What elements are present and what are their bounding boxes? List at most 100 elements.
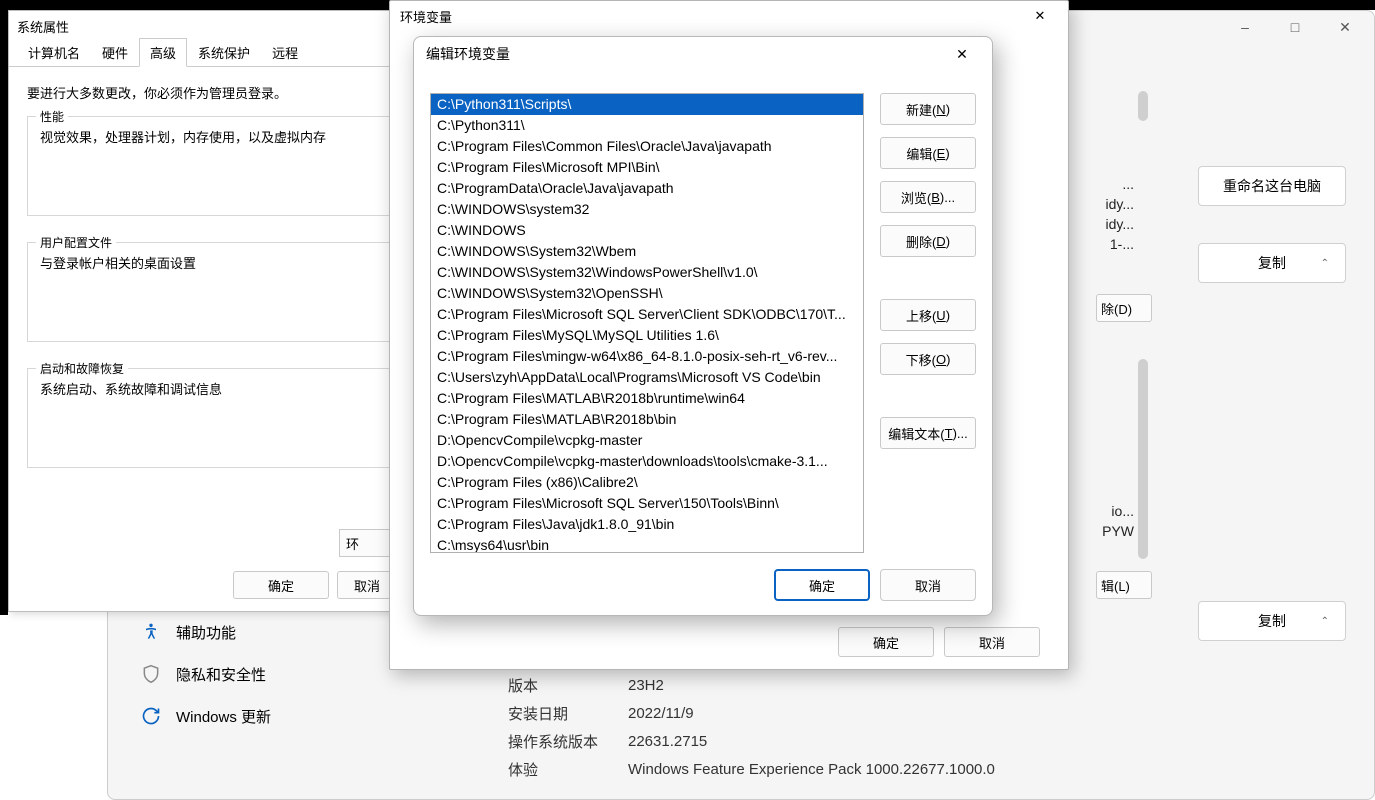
maximize-button[interactable]: □ bbox=[1272, 11, 1318, 43]
path-row[interactable]: C:\Python311\ bbox=[431, 115, 863, 136]
shield-icon bbox=[140, 663, 162, 685]
path-list[interactable]: C:\Python311\Scripts\C:\Python311\C:\Pro… bbox=[430, 93, 864, 553]
accessibility-icon bbox=[140, 621, 162, 643]
startup-legend: 启动和故障恢复 bbox=[36, 360, 128, 377]
path-row[interactable]: C:\WINDOWS\System32\OpenSSH\ bbox=[431, 283, 863, 304]
path-row[interactable]: C:\WINDOWS bbox=[431, 220, 863, 241]
minimize-button[interactable]: – bbox=[1222, 11, 1268, 43]
path-row[interactable]: C:\Program Files\mingw-w64\x86_64-8.1.0-… bbox=[431, 346, 863, 367]
path-row[interactable]: C:\Python311\Scripts\ bbox=[431, 94, 863, 115]
copy-label: 复制 bbox=[1258, 253, 1286, 273]
leaked-text: idy... bbox=[1088, 216, 1134, 232]
close-button[interactable]: ✕ bbox=[1322, 11, 1368, 43]
sysprops-title: 系统属性 bbox=[9, 11, 409, 41]
tab-2[interactable]: 高级 bbox=[139, 38, 187, 67]
path-row[interactable]: C:\Users\zyh\AppData\Local\Programs\Micr… bbox=[431, 367, 863, 388]
settings-titlebar: – □ ✕ bbox=[1222, 11, 1374, 51]
tab-3[interactable]: 系统保护 bbox=[187, 38, 261, 66]
envvar-titlebar: 环境变量 ✕ bbox=[390, 1, 1068, 31]
leaked-delete-button[interactable]: 除(D) bbox=[1096, 294, 1152, 322]
browse-button[interactable]: 浏览(B)... bbox=[880, 181, 976, 213]
copy-button-1[interactable]: 复制 bbox=[1198, 243, 1346, 283]
path-row[interactable]: C:\Program Files\Java\jdk1.8.0_91\bin bbox=[431, 514, 863, 535]
path-row[interactable]: C:\Program Files (x86)\Calibre2\ bbox=[431, 472, 863, 493]
envvar-cancel-button[interactable]: 取消 bbox=[944, 627, 1040, 657]
path-row[interactable]: C:\WINDOWS\system32 bbox=[431, 199, 863, 220]
spec-row: 体验Windows Feature Experience Pack 1000.2… bbox=[508, 755, 1328, 783]
editenv-ok-button[interactable]: 确定 bbox=[774, 569, 870, 601]
envvar-button-row: 确定 取消 bbox=[838, 627, 1040, 657]
rename-pc-button[interactable]: 重命名这台电脑 bbox=[1198, 166, 1346, 206]
userprofile-desc: 与登录帐户相关的桌面设置 bbox=[40, 253, 378, 272]
sysprops-cancel-button[interactable]: 取消 bbox=[337, 571, 397, 599]
spec-value: 22631.2715 bbox=[628, 733, 707, 750]
performance-desc: 视觉效果，处理器计划，内存使用，以及虚拟内存 bbox=[40, 127, 378, 146]
sysprops-tabs: 计算机名硬件高级系统保护远程 bbox=[9, 41, 409, 67]
leaked-text: io... bbox=[1088, 503, 1134, 519]
moveup-button[interactable]: 上移(U) bbox=[880, 299, 976, 331]
spec-value: 23H2 bbox=[628, 677, 664, 694]
copy-label: 复制 bbox=[1258, 611, 1286, 631]
settings-specs: 版本23H2安装日期2022/11/9操作系统版本22631.2715体验Win… bbox=[508, 671, 1328, 783]
sidebar-item-label: 辅助功能 bbox=[176, 622, 236, 643]
tab-4[interactable]: 远程 bbox=[261, 38, 309, 66]
path-row[interactable]: C:\Program Files\Common Files\Oracle\Jav… bbox=[431, 136, 863, 157]
userprofile-group: 用户配置文件 与登录帐户相关的桌面设置 bbox=[27, 242, 391, 342]
path-row[interactable]: C:\ProgramData\Oracle\Java\javapath bbox=[431, 178, 863, 199]
path-row[interactable]: D:\OpencvCompile\vcpkg-master\downloads\… bbox=[431, 451, 863, 472]
spec-label: 体验 bbox=[508, 759, 628, 780]
envvar-title: 环境变量 bbox=[400, 7, 452, 26]
spec-label: 安装日期 bbox=[508, 703, 628, 724]
sidebar-item-update[interactable]: Windows 更新 bbox=[130, 695, 460, 737]
leaked-scrollbar-2 bbox=[1138, 359, 1148, 559]
spec-row: 操作系统版本22631.2715 bbox=[508, 727, 1328, 755]
spec-value: Windows Feature Experience Pack 1000.226… bbox=[628, 761, 995, 778]
spec-label: 版本 bbox=[508, 675, 628, 696]
path-row[interactable]: C:\Program Files\MySQL\MySQL Utilities 1… bbox=[431, 325, 863, 346]
userprofile-legend: 用户配置文件 bbox=[36, 234, 116, 251]
system-properties-dialog: 系统属性 计算机名硬件高级系统保护远程 要进行大多数更改，你必须作为管理员登录。… bbox=[8, 10, 410, 612]
sidebar-item-label: Windows 更新 bbox=[176, 706, 271, 727]
path-row[interactable]: C:\Program Files\Microsoft SQL Server\Cl… bbox=[431, 304, 863, 325]
leaked-scrollbar-1 bbox=[1138, 91, 1148, 121]
envvar-ok-button[interactable]: 确定 bbox=[838, 627, 934, 657]
editenv-cancel-button[interactable]: 取消 bbox=[880, 569, 976, 601]
sidebar-item-label: 隐私和安全性 bbox=[176, 664, 266, 685]
spec-row: 安装日期2022/11/9 bbox=[508, 699, 1328, 727]
path-row[interactable]: C:\WINDOWS\System32\WindowsPowerShell\v1… bbox=[431, 262, 863, 283]
editenv-button-row: 确定 取消 bbox=[774, 569, 976, 601]
leaked-text: PYW bbox=[1088, 523, 1134, 539]
edittext-button[interactable]: 编辑文本(T)... bbox=[880, 417, 976, 449]
editenv-title: 编辑环境变量 bbox=[426, 44, 510, 64]
movedown-button[interactable]: 下移(O) bbox=[880, 343, 976, 375]
editenv-titlebar: 编辑环境变量 ✕ bbox=[414, 37, 992, 71]
path-row[interactable]: C:\Program Files\MATLAB\R2018b\runtime\w… bbox=[431, 388, 863, 409]
tab-1[interactable]: 硬件 bbox=[91, 38, 139, 66]
path-row[interactable]: C:\WINDOWS\System32\Wbem bbox=[431, 241, 863, 262]
edit-envvar-dialog: 编辑环境变量 ✕ C:\Python311\Scripts\C:\Python3… bbox=[413, 36, 993, 616]
path-row[interactable]: D:\OpencvCompile\vcpkg-master bbox=[431, 430, 863, 451]
path-row[interactable]: C:\msys64\usr\bin bbox=[431, 535, 863, 553]
edit-button[interactable]: 编辑(E) bbox=[880, 137, 976, 169]
startup-desc: 系统启动、系统故障和调试信息 bbox=[40, 379, 378, 398]
black-side bbox=[0, 0, 8, 615]
path-row[interactable]: C:\Program Files\Microsoft SQL Server\15… bbox=[431, 493, 863, 514]
path-row[interactable]: C:\Program Files\Microsoft MPI\Bin\ bbox=[431, 157, 863, 178]
path-row[interactable]: C:\Program Files\MATLAB\R2018b\bin bbox=[431, 409, 863, 430]
editenv-right-buttons: 新建(N) 编辑(E) 浏览(B)... 删除(D) 上移(U) 下移(O) 编… bbox=[880, 93, 976, 553]
tab-0[interactable]: 计算机名 bbox=[17, 38, 91, 66]
performance-legend: 性能 bbox=[36, 108, 68, 125]
copy-button-2[interactable]: 复制 bbox=[1198, 601, 1346, 641]
sysprops-button-row: 确定 取消 bbox=[233, 571, 397, 599]
envvar-close-button[interactable]: ✕ bbox=[1022, 4, 1058, 28]
spec-label: 操作系统版本 bbox=[508, 731, 628, 752]
leaked-edit-button[interactable]: 辑(L) bbox=[1096, 571, 1152, 599]
delete-button[interactable]: 删除(D) bbox=[880, 225, 976, 257]
sysprops-ok-button[interactable]: 确定 bbox=[233, 571, 329, 599]
leaked-text: 1-... bbox=[1088, 236, 1134, 252]
startup-group: 启动和故障恢复 系统启动、系统故障和调试信息 bbox=[27, 368, 391, 468]
new-button[interactable]: 新建(N) bbox=[880, 93, 976, 125]
leaked-text: ... bbox=[1088, 176, 1134, 192]
update-icon bbox=[140, 705, 162, 727]
editenv-close-button[interactable]: ✕ bbox=[944, 42, 980, 66]
